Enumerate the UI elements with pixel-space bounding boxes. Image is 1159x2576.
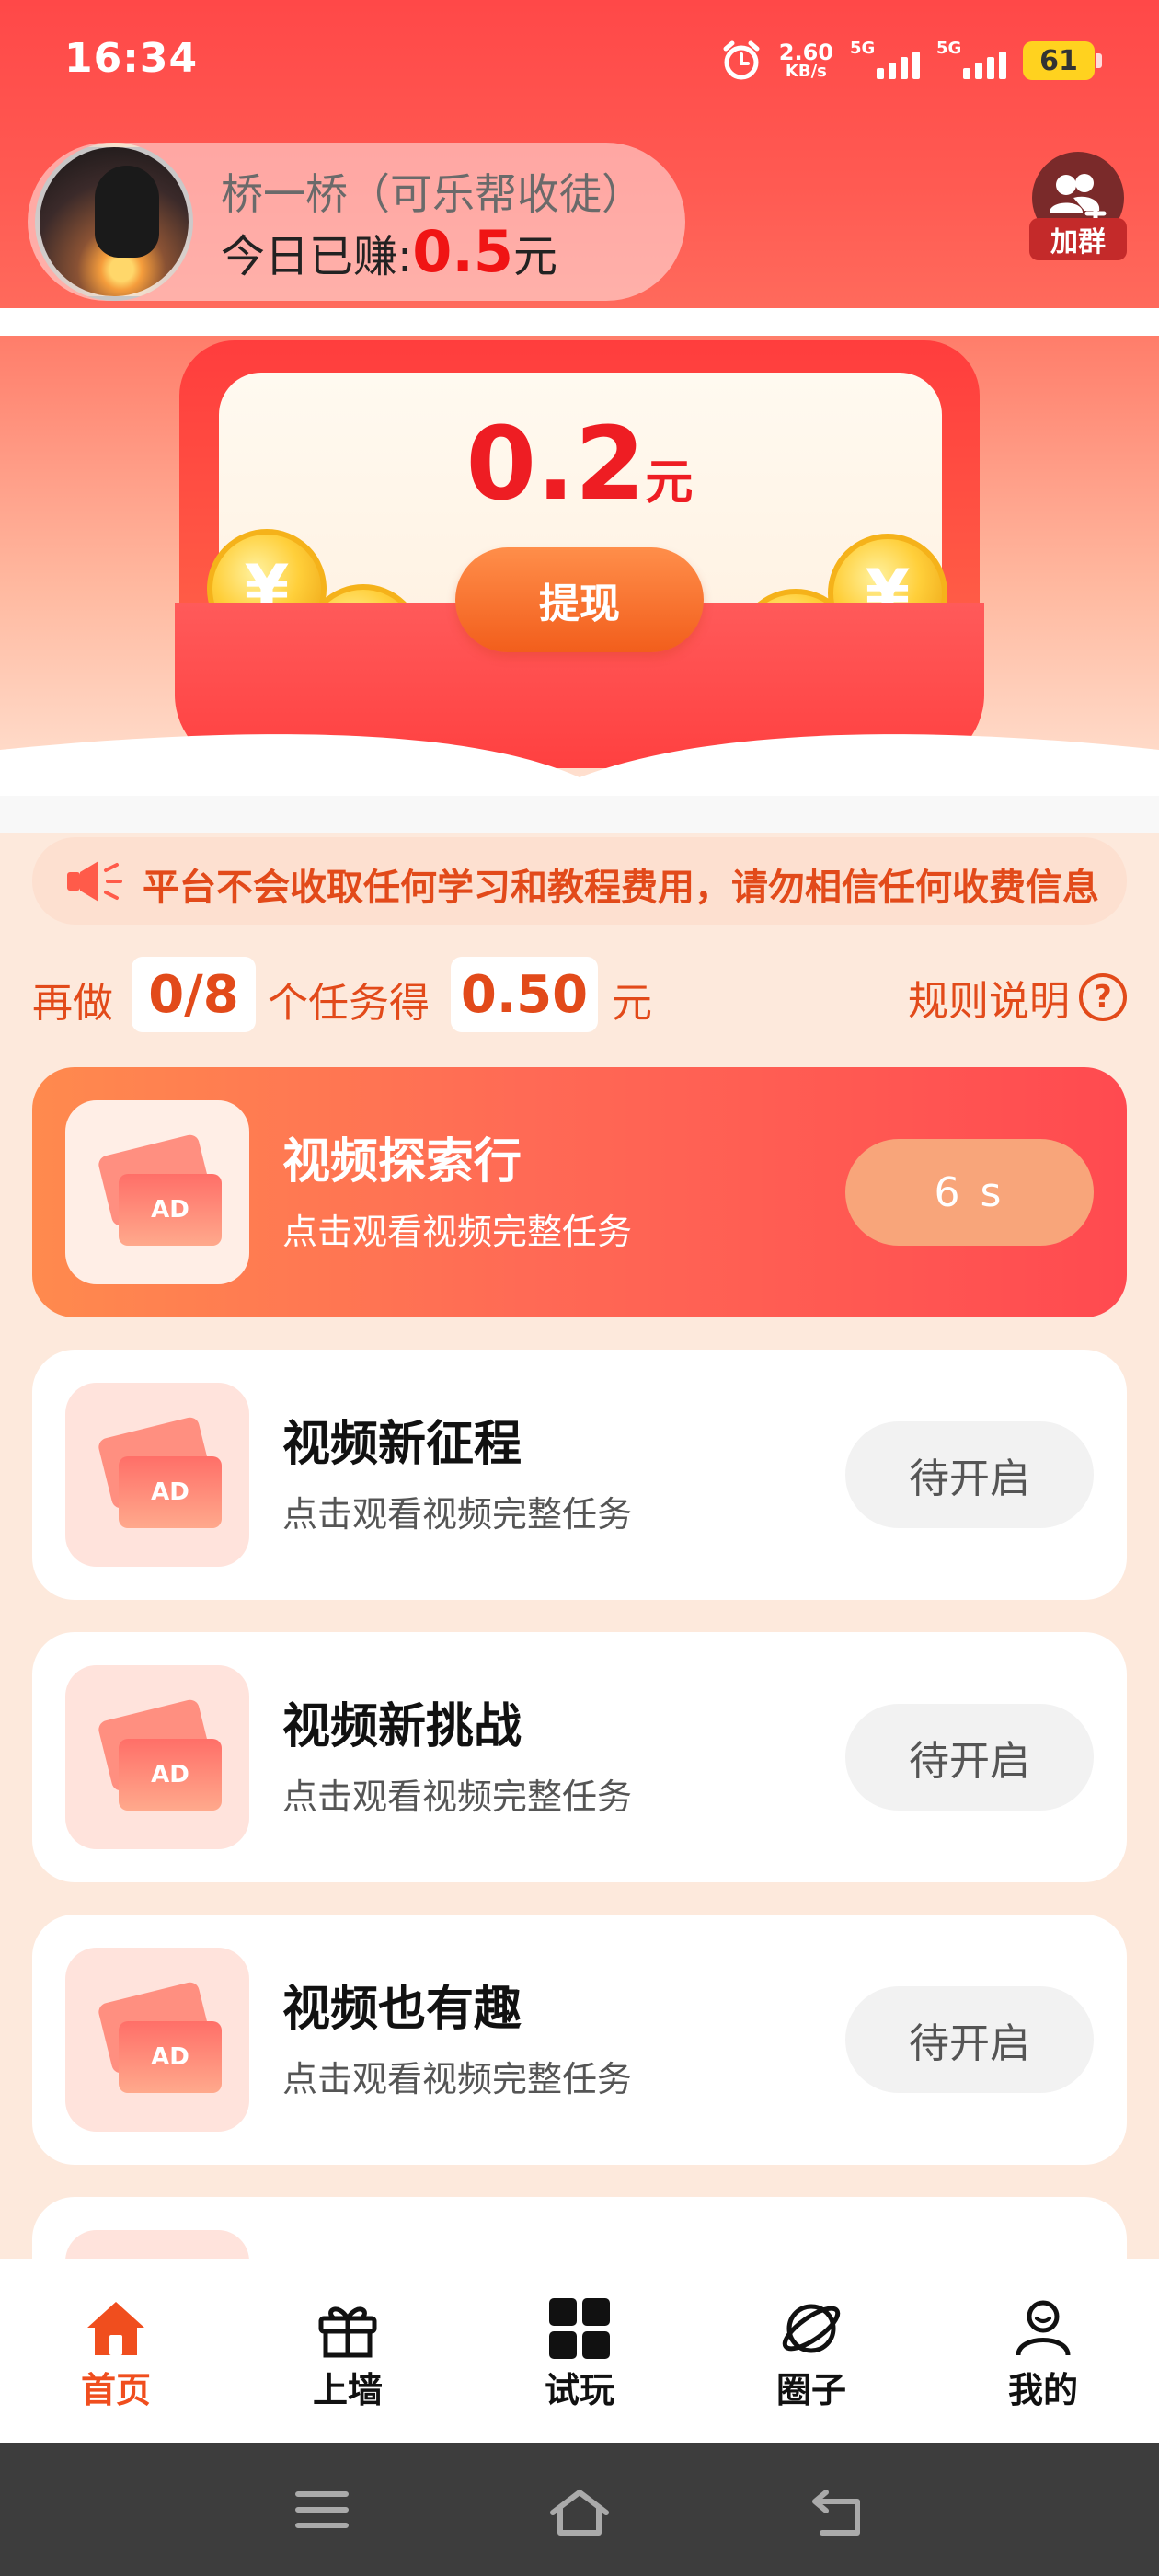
alarm-icon xyxy=(720,40,763,82)
user-icon xyxy=(1011,2295,1075,2362)
task-pending-button[interactable]: 待开启 xyxy=(845,1421,1094,1528)
today-earned: 今日已赚:0.5元 xyxy=(221,218,558,285)
bottom-nav: 首页 上墙 试玩 圈子 我的 xyxy=(0,2259,1159,2443)
ad-icon: AD xyxy=(65,1948,249,2132)
task-title: 视频探索行 xyxy=(282,1134,522,1190)
task-title: 视频新征程 xyxy=(282,1417,522,1472)
task-countdown-button[interactable]: 6 s xyxy=(845,1139,1094,1246)
red-envelope-banner: ¥ ¥ ¥ ¥ 0.2元 提现 xyxy=(0,336,1159,796)
today-earned-amount: 0.5 xyxy=(412,218,514,285)
join-group-button[interactable]: 加群 xyxy=(1029,152,1127,260)
user-name: 桥一桥（可乐帮收徒） xyxy=(221,169,644,219)
balance-amount: 0.2元 xyxy=(465,405,694,523)
task-card[interactable]: AD 视频也有趣 点击观看视频完整任务 待开启 xyxy=(32,1915,1127,2165)
task-card[interactable]: AD 视频探索行 点击观看视频完整任务 6 s xyxy=(32,1067,1127,1317)
nav-trial[interactable]: 试玩 xyxy=(464,2259,695,2443)
speaker-icon xyxy=(65,857,124,909)
rules-link[interactable]: 规则说明 ? xyxy=(908,968,1127,1027)
user-profile-chip[interactable]: 桥一桥（可乐帮收徒） 今日已赚:0.5元 xyxy=(28,143,685,301)
divider xyxy=(0,796,1159,833)
task-card[interactable]: AD 视频新征程 点击观看视频完整任务 待开启 xyxy=(32,1350,1127,1600)
status-time: 16:34 xyxy=(64,35,199,82)
signal-icon: 5G xyxy=(936,39,1006,83)
ad-icon: AD xyxy=(65,1383,249,1567)
status-bar: 16:34 2.60 KB/s 5G 5G 61 xyxy=(0,0,1159,129)
task-reward: 0.50 xyxy=(451,957,598,1032)
notice-bar: 平台不会收取任何学习和教程费用，请勿相信任何收费信息 xyxy=(32,837,1127,925)
nav-home[interactable]: 首页 xyxy=(0,2259,232,2443)
planet-icon xyxy=(779,2295,843,2362)
task-pending-button[interactable]: 待开启 xyxy=(845,1986,1094,2093)
task-pending-button[interactable]: 待开启 xyxy=(845,1704,1094,1811)
task-subtitle: 点击观看视频完整任务 xyxy=(282,2059,633,2099)
grid-icon xyxy=(547,2295,612,2362)
nav-mine[interactable]: 我的 xyxy=(927,2259,1159,2443)
ad-icon: AD xyxy=(65,1665,249,1849)
gift-icon xyxy=(316,2295,380,2362)
task-count: 0/8 xyxy=(132,957,256,1032)
nav-wall[interactable]: 上墙 xyxy=(232,2259,464,2443)
back-icon[interactable] xyxy=(809,2487,865,2538)
join-group-label: 加群 xyxy=(1029,218,1127,260)
notice-text: 平台不会收取任何学习和教程费用，请勿相信任何收费信息 xyxy=(143,867,1099,909)
wave-decoration xyxy=(0,734,1159,796)
home-system-icon[interactable] xyxy=(547,2487,612,2538)
task-title: 视频也有趣 xyxy=(282,1982,522,2037)
status-icons: 2.60 KB/s 5G 5G 61 xyxy=(720,33,1102,88)
signal-icon: 5G xyxy=(850,39,920,83)
nav-circle[interactable]: 圈子 xyxy=(695,2259,927,2443)
ad-icon: AD xyxy=(65,1100,249,1284)
divider xyxy=(0,308,1159,336)
task-subtitle: 点击观看视频完整任务 xyxy=(282,1212,633,1252)
withdraw-button[interactable]: 提现 xyxy=(455,547,704,652)
home-icon xyxy=(84,2295,148,2362)
system-nav-bar xyxy=(0,2443,1159,2576)
battery-icon: 61 xyxy=(1023,41,1102,80)
avatar[interactable] xyxy=(35,143,193,301)
menu-icon[interactable] xyxy=(294,2487,350,2533)
task-subtitle: 点击观看视频完整任务 xyxy=(282,1777,633,1817)
task-title: 视频新挑战 xyxy=(282,1699,522,1754)
task-subtitle: 点击观看视频完整任务 xyxy=(282,1494,633,1535)
task-progress: 再做 0/8 个任务得 0.50 元 规则说明 ? xyxy=(32,957,1127,1032)
task-card[interactable]: AD 视频新挑战 点击观看视频完整任务 待开启 xyxy=(32,1632,1127,1882)
network-speed: 2.60 KB/s xyxy=(778,40,833,81)
help-icon: ? xyxy=(1079,973,1127,1021)
